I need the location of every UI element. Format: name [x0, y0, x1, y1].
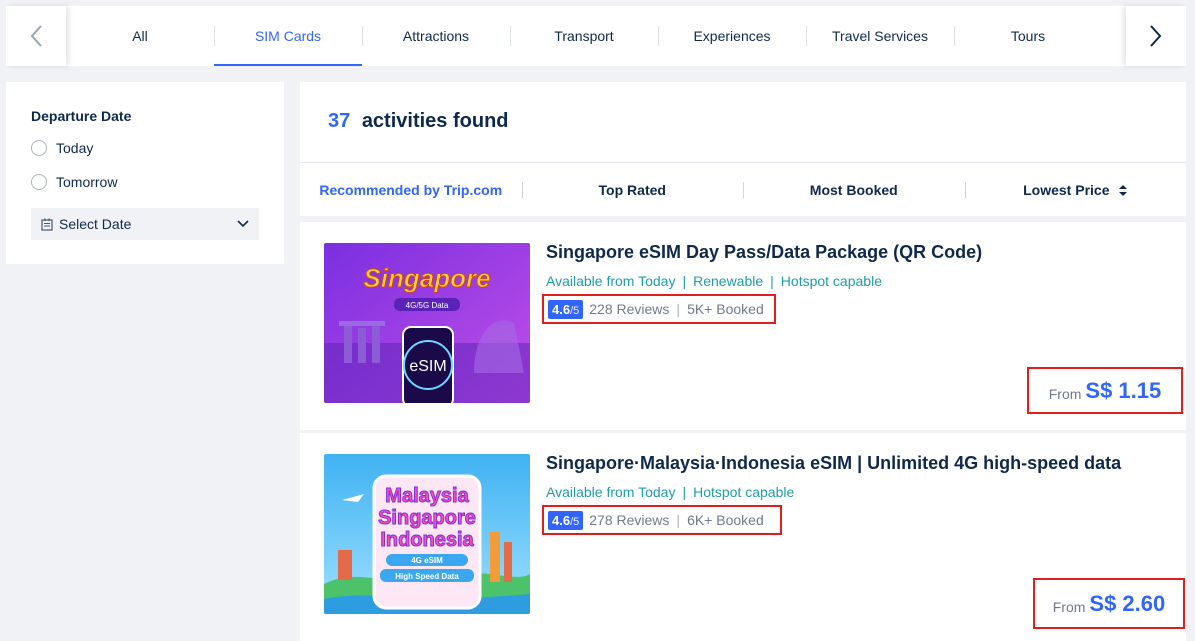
results-count-label: activities found	[361, 110, 509, 132]
product-image[interactable]: Singapore 4G/5G Data eSIM	[324, 243, 530, 403]
select-date-label: Select Date	[59, 216, 132, 232]
product-title[interactable]: Singapore·Malaysia·Indonesia eSIM | Unli…	[546, 453, 1121, 474]
product-title[interactable]: Singapore eSIM Day Pass/Data Package (QR…	[546, 242, 982, 263]
product-tags: Available from Today | Renewable | Hotsp…	[546, 273, 882, 289]
scroll-left-button[interactable]	[6, 6, 66, 66]
image-title-text: Singapore	[363, 263, 490, 293]
image-badge-text: High Speed Data	[395, 572, 459, 581]
category-tab-bar: All SIM Cards Attractions Transport Expe…	[6, 6, 1186, 66]
chevron-down-icon	[237, 220, 249, 228]
image-title-line: Malaysia	[385, 485, 469, 507]
rating-row: 4.6/5 278 Reviews | 6K+ Booked	[542, 505, 782, 535]
tab-attractions[interactable]: Attractions	[362, 6, 510, 66]
review-count[interactable]: 228 Reviews	[589, 301, 669, 317]
divider: |	[676, 512, 681, 528]
price-amount: S$ 2.60	[1089, 590, 1166, 616]
sort-most-booked[interactable]: Most Booked	[743, 181, 965, 198]
sort-lowest-price[interactable]: Lowest Price	[964, 181, 1187, 198]
image-title-line: Singapore	[378, 507, 476, 529]
tab-transport[interactable]: Transport	[510, 6, 658, 66]
image-subtitle-text: 4G/5G Data	[406, 301, 449, 310]
filter-sidebar: Departure Date Today Tomorrow Select Dat…	[6, 82, 284, 264]
divider: |	[676, 301, 681, 317]
tag: Available from Today	[546, 484, 676, 500]
product-image[interactable]: Malaysia Singapore Indonesia 4G eSIM Hig…	[324, 454, 530, 614]
select-date-dropdown[interactable]: Select Date	[31, 208, 259, 240]
tab-travel-services[interactable]: Travel Services	[806, 6, 954, 66]
tag: Available from Today	[546, 273, 676, 289]
tag: Hotspot capable	[780, 273, 882, 289]
review-count[interactable]: 278 Reviews	[589, 512, 669, 528]
results-count-number: 37	[328, 110, 351, 132]
radio-label: Tomorrow	[56, 174, 118, 190]
radio-circle[interactable]	[31, 140, 47, 156]
sort-recommended[interactable]: Recommended by Trip.com	[300, 182, 522, 198]
chevron-left-icon	[30, 25, 42, 47]
radio-circle[interactable]	[31, 174, 47, 190]
rating-scale: /5	[570, 304, 580, 317]
chevron-right-icon	[1150, 25, 1162, 47]
calendar-icon	[41, 218, 53, 231]
price-box: From S$ 1.15	[1027, 367, 1183, 414]
product-card[interactable]: Malaysia Singapore Indonesia 4G eSIM Hig…	[300, 433, 1186, 641]
tag-separator: |	[682, 273, 687, 289]
image-badge-text: 4G eSIM	[411, 556, 443, 565]
product-tags: Available from Today | Hotspot capable	[546, 484, 794, 500]
departure-date-heading: Departure Date	[31, 108, 132, 124]
tab-all[interactable]: All	[66, 6, 214, 66]
esim-badge-text: eSIM	[409, 358, 446, 375]
radio-label: Today	[56, 140, 94, 156]
results-header: 37 activities found Recommended by Trip.…	[300, 82, 1186, 216]
image-title-line: Indonesia	[380, 529, 474, 551]
price-prefix: From	[1052, 598, 1086, 615]
rating-score: 4.6	[552, 512, 571, 528]
tab-sim-cards[interactable]: SIM Cards	[214, 6, 362, 66]
price-prefix: From	[1048, 385, 1082, 402]
scroll-right-button[interactable]	[1126, 6, 1186, 66]
sort-bar: Recommended by Trip.com Top Rated Most B…	[300, 162, 1186, 216]
price-box: From S$ 2.60	[1033, 578, 1185, 629]
tag-separator: |	[770, 273, 774, 289]
tab-experiences[interactable]: Experiences	[658, 6, 806, 66]
price-amount: S$ 1.15	[1085, 377, 1162, 403]
tab-tours[interactable]: Tours	[954, 6, 1102, 66]
rating-score: 4.6	[552, 301, 571, 317]
sort-arrows-icon	[1119, 184, 1128, 196]
tag-separator: |	[682, 484, 687, 500]
booked-count: 5K+ Booked	[687, 301, 764, 317]
rating-score-badge: 4.6/5	[548, 299, 584, 319]
sort-lowest-price-label: Lowest Price	[1023, 181, 1110, 198]
results-count: 37 activities found	[328, 110, 509, 133]
rating-score-badge: 4.6/5	[548, 510, 584, 530]
rating-row: 4.6/5 228 Reviews | 5K+ Booked	[542, 294, 776, 324]
radio-tomorrow[interactable]: Tomorrow	[31, 174, 117, 190]
sort-top-rated[interactable]: Top Rated	[521, 181, 744, 198]
booked-count: 6K+ Booked	[687, 512, 764, 528]
rating-scale: /5	[570, 515, 580, 528]
product-card[interactable]: Singapore 4G/5G Data eSIM Singapore eSIM…	[300, 222, 1186, 430]
tag: Renewable	[693, 273, 764, 289]
radio-today[interactable]: Today	[31, 140, 93, 156]
tabs: All SIM Cards Attractions Transport Expe…	[66, 6, 1126, 66]
tag: Hotspot capable	[693, 484, 795, 500]
